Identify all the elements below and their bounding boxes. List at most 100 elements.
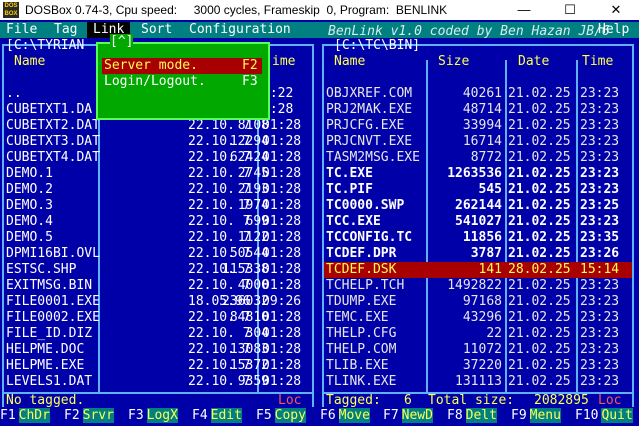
file-row[interactable]: HELPME.DOC 13083 22.10. 7 01:28 [0, 342, 312, 358]
file-row[interactable]: PRJCFG.EXE 33994 21.02.25 23:23 [324, 118, 632, 134]
file-date: 22.10. 7 [188, 134, 251, 149]
menu-configuration[interactable]: Configuration [189, 22, 291, 38]
file-row[interactable]: FILE_ID.DIZ 304 22.10. 7 01:28 [0, 326, 312, 342]
fkey-f4[interactable]: F4 Edit [192, 407, 242, 424]
file-time: 01:28 [262, 342, 302, 357]
file-row[interactable]: TCDEF.DPR 3787 21.02.25 23:26 [324, 246, 632, 262]
file-row[interactable]: TASM2MSG.EXE 8772 21.02.25 23:23 [324, 150, 632, 166]
menu-tag[interactable]: Tag [54, 22, 77, 38]
file-row[interactable]: LEVELS1.DAT 9359 22.10. 7 01:28 [0, 374, 312, 390]
close-button[interactable]: ✕ [593, 0, 639, 20]
right-header-time[interactable]: Time [582, 54, 613, 70]
file-row[interactable]: CUBETXT3.DAT 12294 22.10. 7 01:28 [0, 134, 312, 150]
file-date: 28.02.25 [508, 262, 571, 277]
file-row[interactable]: HELPME.EXE 15372 22.10. 7 01:28 [0, 358, 312, 374]
file-row[interactable]: TEMC.EXE 43296 21.02.25 23:23 [324, 310, 632, 326]
file-date: 21.02.25 [508, 118, 571, 133]
file-size: 40261 [462, 86, 502, 101]
fkey-number: F4 [192, 408, 208, 423]
file-row[interactable]: DEMO.3 1974 22.10. 7 01:28 [0, 198, 312, 214]
file-time: 01:28 [262, 182, 302, 197]
file-row[interactable]: TCDEF.DSK 141 28.02.25 15:14 [324, 262, 632, 278]
file-row[interactable]: FILE0001.EXE 236032 18.05.96 09:26 [0, 294, 312, 310]
fkey-f1[interactable]: F1 ChDr [0, 407, 50, 424]
file-date: 22.10. 7 [188, 342, 251, 357]
dos-screen: File Tag Link Sort Configuration BenLink… [0, 20, 639, 426]
file-time: 01:28 [262, 278, 302, 293]
fkey-f5[interactable]: F5 Copy [256, 407, 306, 424]
file-row[interactable]: TC0000.SWP 262144 21.02.25 23:25 [324, 198, 632, 214]
file-row[interactable]: THELP.COM 11072 21.02.25 23:23 [324, 342, 632, 358]
dosbox-app-icon: DOS BOX [3, 2, 19, 18]
file-row[interactable]: TLIB.EXE 37220 21.02.25 23:23 [324, 358, 632, 374]
right-header-size[interactable]: Size [438, 54, 469, 70]
file-row[interactable]: OBJXREF.COM 40261 21.02.25 23:23 [324, 86, 632, 102]
file-row[interactable]: EXITMSG.BIN 4000 22.10. 7 01:28 [0, 278, 312, 294]
file-date: 21.02.25 [508, 358, 571, 373]
file-row[interactable]: TCCONFIG.TC 11856 21.02.25 23:35 [324, 230, 632, 246]
file-time: 23:23 [580, 342, 620, 357]
menu-sort[interactable]: Sort [141, 22, 172, 38]
file-time: 01:28 [262, 198, 302, 213]
fkey-f3[interactable]: F3 LogX [128, 407, 178, 424]
file-time: 23:23 [580, 374, 620, 389]
fkey-number: F6 [320, 408, 336, 423]
right-header-date[interactable]: Date [518, 54, 549, 70]
file-row[interactable]: ESTSC.SHP 115338 22.10. 7 01:28 [0, 262, 312, 278]
file-time: 01:28 [262, 374, 302, 389]
file-row[interactable]: TLINK.EXE 131113 21.02.25 23:23 [324, 374, 632, 390]
file-row[interactable]: FILE0002.EXE 84810 22.10. 7 01:28 [0, 310, 312, 326]
file-name: TCHELP.TCH [326, 278, 405, 293]
maximize-button[interactable]: ☐ [547, 0, 593, 20]
file-date: 22.10. 7 [188, 214, 251, 229]
window-titlebar[interactable]: DOS BOX DOSBox 0.74-3, Cpu speed: 3000 c… [0, 0, 639, 20]
file-name: .. [6, 86, 22, 101]
file-name: HELPME.EXE [6, 358, 85, 373]
right-panel-right-border [632, 44, 634, 414]
file-row[interactable]: DEMO.2 2193 22.10. 7 01:28 [0, 182, 312, 198]
right-header-name[interactable]: Name [334, 54, 365, 70]
left-header-name[interactable]: Name [14, 54, 45, 70]
menu-item-server-mode[interactable]: Server mode. F2 [102, 58, 262, 74]
file-time: 23:23 [580, 182, 620, 197]
right-panel-path[interactable]: [C:\TC\BIN] [334, 38, 420, 54]
menu-help[interactable]: Help [598, 22, 629, 38]
file-date: 22.10. 7 [188, 374, 251, 389]
file-name: EXITMSG.BIN [6, 278, 93, 293]
file-row[interactable]: TCHELP.TCH 1492822 21.02.25 23:23 [324, 278, 632, 294]
menu-file[interactable]: File [6, 22, 37, 38]
fkey-f6[interactable]: F6 Move [320, 407, 370, 424]
fkey-f10[interactable]: F10 Quit [575, 407, 633, 424]
file-row[interactable]: PRJCNVT.EXE 16714 21.02.25 23:23 [324, 134, 632, 150]
left-panel-path[interactable]: [C:\TYRIAN [6, 38, 84, 54]
left-header-time[interactable]: ime [272, 54, 295, 70]
file-row[interactable]: TDUMP.EXE 97168 21.02.25 23:23 [324, 294, 632, 310]
fkey-f7[interactable]: F7 NewD [383, 407, 433, 424]
file-time: 23:23 [580, 102, 620, 117]
file-row[interactable]: DEMO.5 1122 22.10. 7 01:28 [0, 230, 312, 246]
file-date: 21.02.25 [508, 86, 571, 101]
server-mode-shortcut: F2 [242, 58, 258, 73]
file-row[interactable]: DEMO.1 2745 22.10. 7 01:28 [0, 166, 312, 182]
file-row[interactable]: PRJ2MAK.EXE 48714 21.02.25 23:23 [324, 102, 632, 118]
file-time: 23:25 [580, 198, 620, 213]
minimize-button[interactable]: — [501, 0, 547, 20]
file-row[interactable]: DEMO.4 699 22.10. 7 01:28 [0, 214, 312, 230]
file-date: 22.10. 7 [188, 278, 251, 293]
menu-item-login-logout[interactable]: Login/Logout. F3 [102, 74, 262, 90]
file-row[interactable]: CUBETXT2.DAT 8108 22.10. 7 01:28 [0, 118, 312, 134]
file-row[interactable]: DPMI16BI.OVL 50544 22.10. 7 01:28 [0, 246, 312, 262]
file-row[interactable]: TC.EXE 1263536 21.02.25 23:23 [324, 166, 632, 182]
file-date: 21.02.25 [508, 214, 571, 229]
file-row[interactable]: CUBETXT4.DAT 62424 22.10. 7 01:28 [0, 150, 312, 166]
file-row[interactable]: THELP.CFG 22 21.02.25 23:23 [324, 326, 632, 342]
file-date: 21.02.25 [508, 198, 571, 213]
fkey-f9[interactable]: F9 Menu [511, 407, 561, 424]
fkey-label: Delt [465, 408, 497, 423]
fkey-f8[interactable]: F8 Delt [447, 407, 497, 424]
fkey-f2[interactable]: F2 Srvr [64, 407, 114, 424]
file-time: 01:28 [262, 230, 302, 245]
file-row[interactable]: TCC.EXE 541027 21.02.25 23:23 [324, 214, 632, 230]
file-time: 15:14 [580, 262, 620, 277]
file-row[interactable]: TC.PIF 545 21.02.25 23:23 [324, 182, 632, 198]
